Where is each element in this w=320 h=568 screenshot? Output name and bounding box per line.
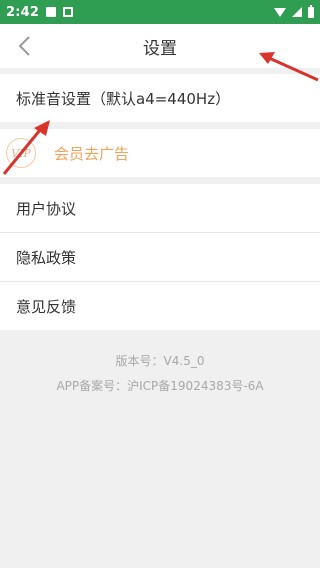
pitch-setting-label: 标准音设置（默认a4=440Hz） — [16, 89, 231, 108]
back-button[interactable] — [8, 30, 40, 62]
vip-remove-ads-label: 会员去广告 — [54, 144, 130, 163]
page-title: 设置 — [143, 38, 177, 59]
chevron-left-icon — [18, 36, 30, 56]
privacy-policy-item[interactable]: 隐私政策 — [0, 233, 320, 281]
battery-icon — [308, 4, 314, 18]
app-header: 设置 — [0, 24, 320, 68]
signal-icon — [292, 7, 302, 17]
feedback-label: 意见反馈 — [16, 297, 77, 316]
version-text: 版本号：V4.5_0 — [115, 354, 205, 368]
app-icon — [63, 7, 74, 17]
vip-remove-ads-item[interactable]: VIP 会员去广告 — [0, 129, 320, 177]
footer-info: 版本号：V4.5_0 APP备案号：沪ICP备19024383号-6A — [0, 331, 320, 394]
status-time: 2:42 — [6, 4, 40, 20]
image-icon — [46, 7, 57, 17]
privacy-policy-label: 隐私政策 — [16, 248, 77, 267]
user-agreement-item[interactable]: 用户协议 — [0, 184, 320, 232]
icp-text: APP备案号：沪ICP备19024383号-6A — [56, 379, 264, 393]
feedback-item[interactable]: 意见反馈 — [0, 282, 320, 330]
pitch-setting-item[interactable]: 标准音设置（默认a4=440Hz） — [0, 74, 320, 122]
wifi-icon — [274, 7, 286, 17]
status-bar: 2:42 — [0, 0, 320, 24]
user-agreement-label: 用户协议 — [16, 199, 77, 218]
vip-badge-icon: VIP — [6, 138, 36, 168]
